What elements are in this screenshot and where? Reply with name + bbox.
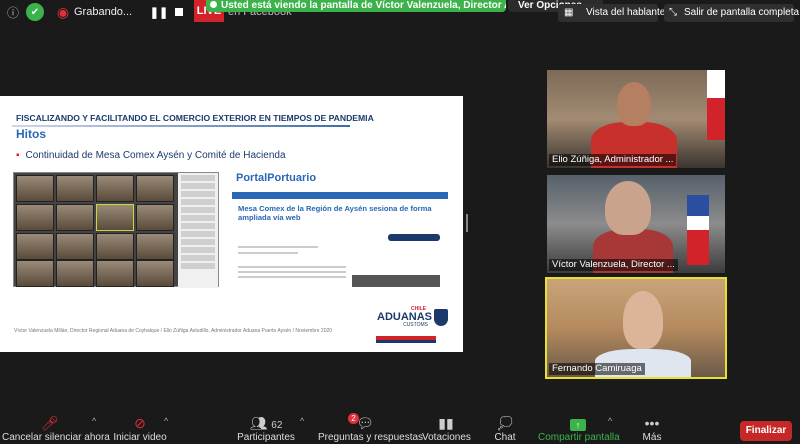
- recording-icon: ◉: [56, 3, 70, 20]
- end-meeting-button[interactable]: Finalizar: [740, 421, 792, 441]
- exit-fullscreen-icon: ⤡: [669, 7, 677, 18]
- flag-image: [687, 195, 709, 265]
- portal-logo: PortalPortuario: [236, 172, 317, 184]
- participants-button[interactable]: 👥︎ 62 Participantes: [236, 414, 296, 444]
- logo-subtext: CUSTOMS: [403, 322, 428, 328]
- video-tile[interactable]: Víctor Valenzuela, Director ...: [547, 175, 725, 273]
- participant-name: Elio Zúñiga, Administrador ...: [549, 154, 677, 166]
- chat-icon: 💭︎: [496, 415, 514, 431]
- portal-headline: Mesa Comex de la Región de Aysén sesiona…: [238, 204, 432, 222]
- video-options-caret-icon[interactable]: ^: [164, 416, 168, 426]
- share-screen-icon: ↑: [538, 414, 618, 432]
- chat-button[interactable]: 💭︎ Chat: [490, 414, 520, 444]
- portal-button: [388, 234, 440, 241]
- exit-fullscreen-label: Salir de pantalla completa: [684, 7, 800, 18]
- slide-bullet-text: Continuidad de Mesa Comex Aysén y Comité…: [25, 150, 286, 161]
- shield-logo-icon: [434, 309, 448, 326]
- start-video-label: Iniciar video: [113, 432, 167, 443]
- screen-share-banner: Usted está viendo la pantalla de Víctor …: [206, 0, 506, 12]
- participant-face: [623, 291, 663, 349]
- recording-status: Grabando...: [74, 6, 133, 18]
- speaker-view-label: Vista del hablante: [586, 7, 666, 18]
- participants-row: 👥︎ 62: [236, 414, 296, 432]
- polls-label: Votaciones: [422, 432, 471, 443]
- slide-heading: Hitos: [16, 127, 46, 141]
- stop-recording-icon[interactable]: [170, 3, 188, 21]
- participant-name: Fernando Camiruaga: [549, 363, 645, 375]
- polls-icon: ▮▮: [438, 415, 454, 431]
- slide-accent-blue: [376, 340, 436, 343]
- microphone-muted-icon: 🎤︎: [41, 415, 59, 431]
- security-shield-icon[interactable]: ✔: [26, 3, 44, 21]
- participants-caret-icon[interactable]: ^: [300, 416, 304, 426]
- audio-options-caret-icon[interactable]: ^: [92, 416, 96, 426]
- qa-label: Preguntas y respuestas: [318, 432, 424, 443]
- share-screen-button[interactable]: ↑ Compartir pantalla: [538, 414, 620, 444]
- bullet-marker: ▪: [16, 150, 20, 161]
- shared-screen: FISCALIZANDO Y FACILITANDO EL COMERCIO E…: [0, 96, 463, 352]
- top-bar: ⓘ ✔ ◉ Grabando... ❚❚ LIVE en Facebook Us…: [0, 0, 800, 26]
- slide-bullet: ▪ Continuidad de Mesa Comex Aysén y Comit…: [16, 150, 286, 161]
- participants-icon: 👥︎: [249, 415, 268, 431]
- slide-title: FISCALIZANDO Y FACILITANDO EL COMERCIO E…: [16, 113, 374, 123]
- pause-recording-icon[interactable]: ❚❚: [150, 3, 168, 21]
- more-button[interactable]: ••• Más: [638, 414, 666, 444]
- qa-badge: 2: [348, 413, 359, 424]
- video-off-icon: ⊘: [134, 415, 146, 431]
- qa-button[interactable]: 💬︎ 2 Preguntas y respuestas: [318, 413, 424, 444]
- more-label: Más: [642, 432, 662, 443]
- participants-count: 62: [271, 420, 283, 431]
- meeting-controls-bar: 🎤︎ Cancelar silenciar ahora ^ ⊘ Iniciar …: [0, 413, 800, 444]
- video-tile[interactable]: Elio Zúñiga, Administrador ...: [547, 70, 725, 168]
- meeting-screenshot-image: [13, 172, 219, 288]
- aduanas-logo: CHILE ADUANAS CUSTOMS: [372, 306, 452, 330]
- share-screen-label: Compartir pantalla: [538, 432, 620, 443]
- start-video-button[interactable]: ⊘ Iniciar video: [112, 414, 168, 444]
- panel-resize-handle[interactable]: [466, 214, 468, 232]
- speaker-view-button[interactable]: ▦ Vista del hablante: [558, 4, 665, 22]
- more-icon: •••: [644, 415, 660, 431]
- info-icon[interactable]: ⓘ: [4, 3, 22, 21]
- participant-face: [605, 181, 651, 235]
- title-underline: [12, 125, 350, 127]
- qa-icon: 💬︎: [356, 415, 374, 431]
- share-options-caret-icon[interactable]: ^: [608, 416, 612, 426]
- portal-image-strip: [352, 275, 440, 287]
- participant-face: [617, 82, 651, 126]
- participant-name: Víctor Valenzuela, Director ...: [549, 259, 678, 271]
- participants-label: Participantes: [237, 432, 295, 443]
- share-dot-icon: [210, 1, 217, 8]
- flag-image: [707, 70, 725, 140]
- share-banner-text: Usted está viendo la pantalla de Víctor …: [221, 0, 506, 11]
- slide-footer: Víctor Valenzuela Millán, Director Regio…: [14, 328, 333, 334]
- chat-label: Chat: [494, 432, 516, 443]
- portal-nav-bar: [232, 192, 448, 199]
- polls-button[interactable]: ▮▮ Votaciones: [422, 414, 471, 444]
- news-article-screenshot: PortalPortuario Mesa Comex de la Región …: [232, 172, 448, 288]
- mute-button[interactable]: 🎤︎ Cancelar silenciar ahora: [2, 414, 110, 444]
- video-tile-active-speaker[interactable]: Fernando Camiruaga: [545, 277, 727, 379]
- mute-label: Cancelar silenciar ahora: [2, 432, 110, 443]
- exit-fullscreen-button[interactable]: ⤡ Salir de pantalla completa: [664, 4, 799, 22]
- grid-icon: ▦: [564, 7, 574, 18]
